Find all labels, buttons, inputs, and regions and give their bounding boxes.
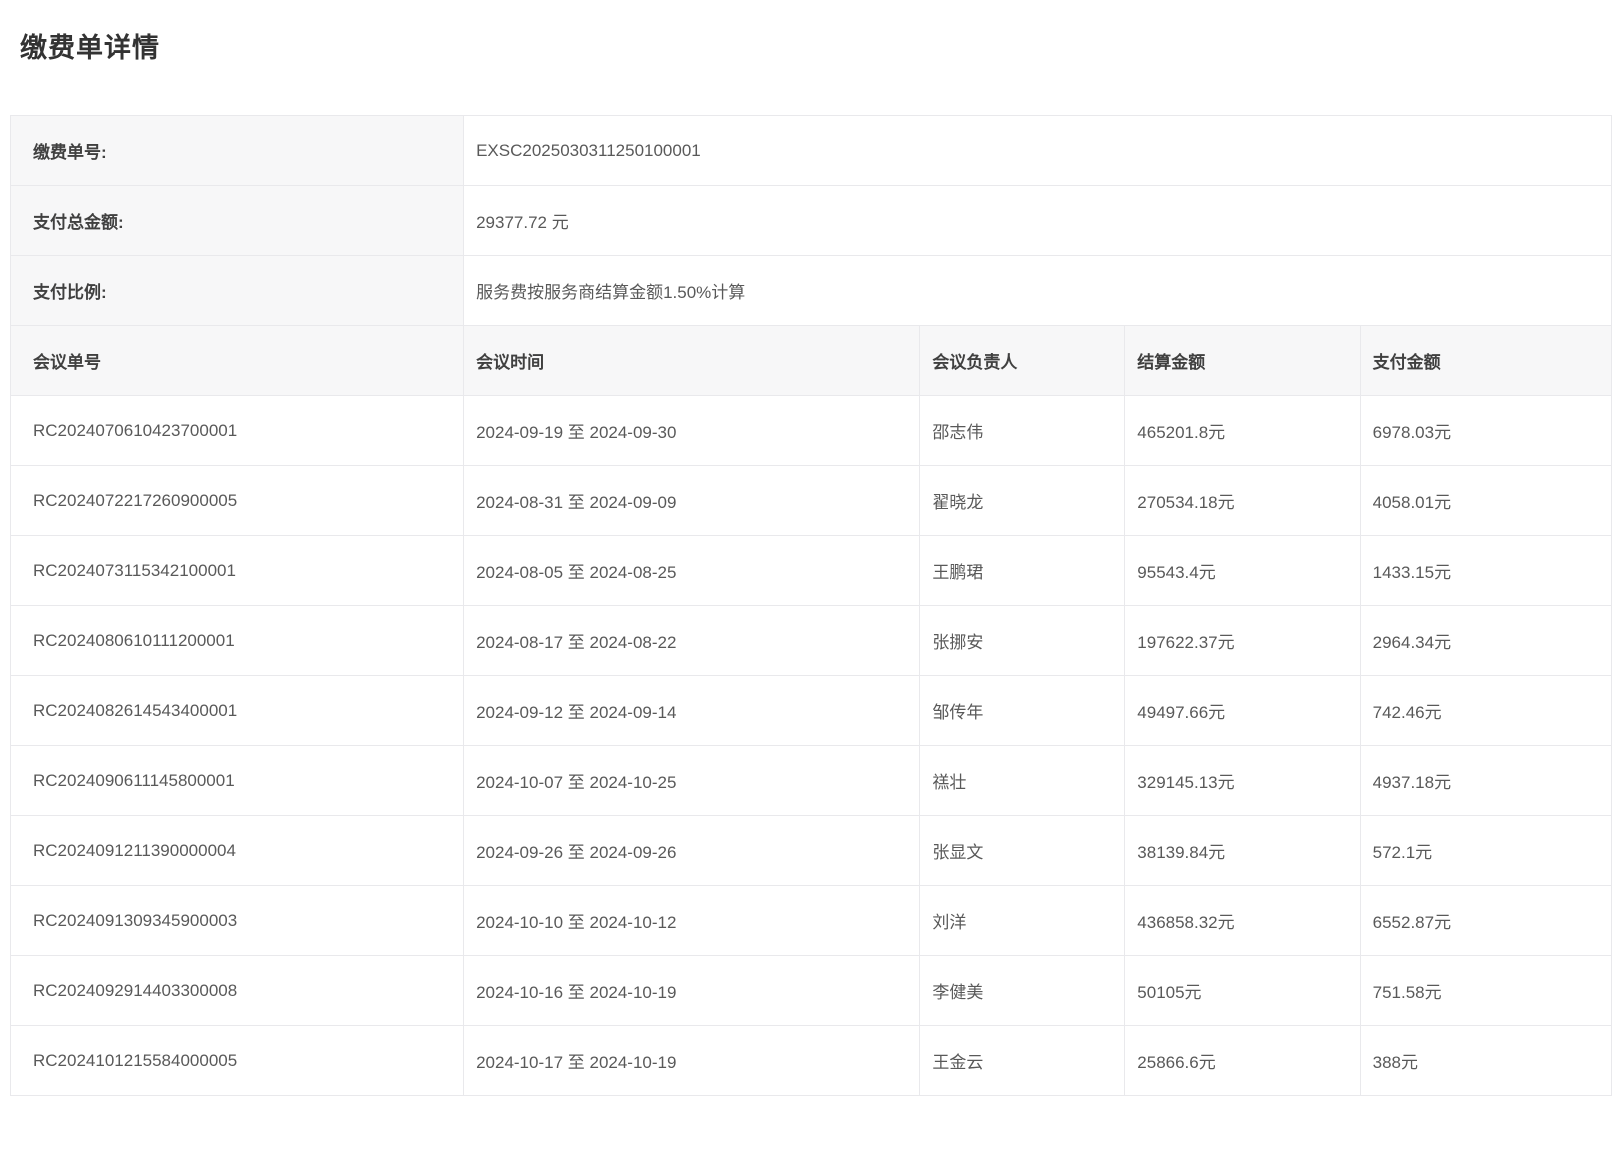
- column-header-order-no: 会议单号: [11, 326, 464, 396]
- settle-amount-cell: 465201.8元: [1125, 396, 1360, 466]
- owner-cell: 李健美: [920, 956, 1125, 1026]
- settle-amount-cell: 38139.84元: [1125, 816, 1360, 886]
- settle-amount-cell: 25866.6元: [1125, 1026, 1360, 1096]
- settle-amount-cell: 49497.66元: [1125, 676, 1360, 746]
- info-value: 29377.72 元: [464, 186, 1612, 256]
- order-no-cell: RC2024101215584000005: [11, 1026, 464, 1096]
- info-value: EXSC2025030311250100001: [464, 116, 1612, 186]
- table-row: RC20240806101112000012024-08-17 至 2024-0…: [11, 606, 1612, 676]
- pay-amount-cell: 742.46元: [1360, 676, 1611, 746]
- order-no-cell: RC2024092914403300008: [11, 956, 464, 1026]
- info-label: 支付总金额:: [11, 186, 464, 256]
- column-header-pay-amount: 支付金额: [1360, 326, 1611, 396]
- table-row: RC20241012155840000052024-10-17 至 2024-1…: [11, 1026, 1612, 1096]
- meeting-table-header-row: 会议单号会议时间会议负责人结算金额支付金额: [11, 326, 1612, 396]
- time-cell: 2024-10-16 至 2024-10-19: [464, 956, 920, 1026]
- column-header-time: 会议时间: [464, 326, 920, 396]
- pay-amount-cell: 4058.01元: [1360, 466, 1611, 536]
- settle-amount-cell: 436858.32元: [1125, 886, 1360, 956]
- owner-cell: 王金云: [920, 1026, 1125, 1096]
- pay-amount-cell: 6552.87元: [1360, 886, 1611, 956]
- order-no-cell: RC2024073115342100001: [11, 536, 464, 606]
- settle-amount-cell: 329145.13元: [1125, 746, 1360, 816]
- time-cell: 2024-09-26 至 2024-09-26: [464, 816, 920, 886]
- info-row: 支付比例:服务费按服务商结算金额1.50%计算: [11, 256, 1612, 326]
- time-cell: 2024-08-05 至 2024-08-25: [464, 536, 920, 606]
- table-row: RC20240826145434000012024-09-12 至 2024-0…: [11, 676, 1612, 746]
- owner-cell: 禚壮: [920, 746, 1125, 816]
- owner-cell: 邵志伟: [920, 396, 1125, 466]
- meeting-table-body: RC20240706104237000012024-09-19 至 2024-0…: [11, 396, 1612, 1096]
- order-no-cell: RC2024080610111200001: [11, 606, 464, 676]
- pay-amount-cell: 2964.34元: [1360, 606, 1611, 676]
- pay-amount-cell: 388元: [1360, 1026, 1611, 1096]
- order-no-cell: RC2024070610423700001: [11, 396, 464, 466]
- settle-amount-cell: 197622.37元: [1125, 606, 1360, 676]
- time-cell: 2024-09-12 至 2024-09-14: [464, 676, 920, 746]
- order-no-cell: RC2024090611145800001: [11, 746, 464, 816]
- pay-amount-cell: 4937.18元: [1360, 746, 1611, 816]
- info-label: 支付比例:: [11, 256, 464, 326]
- pay-amount-cell: 1433.15元: [1360, 536, 1611, 606]
- settle-amount-cell: 95543.4元: [1125, 536, 1360, 606]
- info-label: 缴费单号:: [11, 116, 464, 186]
- owner-cell: 刘洋: [920, 886, 1125, 956]
- order-no-cell: RC2024091309345900003: [11, 886, 464, 956]
- payment-detail-page: 缴费单详情 缴费单号:EXSC2025030311250100001支付总金额:…: [0, 26, 1622, 1096]
- table-row: RC20240722172609000052024-08-31 至 2024-0…: [11, 466, 1612, 536]
- table-row: RC20240906111458000012024-10-07 至 2024-1…: [11, 746, 1612, 816]
- time-cell: 2024-10-17 至 2024-10-19: [464, 1026, 920, 1096]
- table-row: RC20240706104237000012024-09-19 至 2024-0…: [11, 396, 1612, 466]
- order-no-cell: RC2024082614543400001: [11, 676, 464, 746]
- column-header-owner: 会议负责人: [920, 326, 1125, 396]
- table-row: RC20240913093459000032024-10-10 至 2024-1…: [11, 886, 1612, 956]
- owner-cell: 张挪安: [920, 606, 1125, 676]
- time-cell: 2024-10-10 至 2024-10-12: [464, 886, 920, 956]
- bill-info-body: 缴费单号:EXSC2025030311250100001支付总金额:29377.…: [11, 116, 1612, 326]
- info-row: 缴费单号:EXSC2025030311250100001: [11, 116, 1612, 186]
- order-no-cell: RC2024091211390000004: [11, 816, 464, 886]
- table-row: RC20240912113900000042024-09-26 至 2024-0…: [11, 816, 1612, 886]
- order-no-cell: RC2024072217260900005: [11, 466, 464, 536]
- info-value: 服务费按服务商结算金额1.50%计算: [464, 256, 1612, 326]
- time-cell: 2024-08-31 至 2024-09-09: [464, 466, 920, 536]
- bill-info-table: 缴费单号:EXSC2025030311250100001支付总金额:29377.…: [10, 115, 1612, 326]
- time-cell: 2024-10-07 至 2024-10-25: [464, 746, 920, 816]
- owner-cell: 邹传年: [920, 676, 1125, 746]
- pay-amount-cell: 572.1元: [1360, 816, 1611, 886]
- settle-amount-cell: 50105元: [1125, 956, 1360, 1026]
- table-row: RC20240731153421000012024-08-05 至 2024-0…: [11, 536, 1612, 606]
- owner-cell: 王鹏珺: [920, 536, 1125, 606]
- time-cell: 2024-09-19 至 2024-09-30: [464, 396, 920, 466]
- page-title: 缴费单详情: [20, 26, 1602, 65]
- meeting-settlement-table: 会议单号会议时间会议负责人结算金额支付金额 RC2024070610423700…: [10, 325, 1612, 1096]
- info-row: 支付总金额:29377.72 元: [11, 186, 1612, 256]
- owner-cell: 张显文: [920, 816, 1125, 886]
- owner-cell: 翟晓龙: [920, 466, 1125, 536]
- pay-amount-cell: 751.58元: [1360, 956, 1611, 1026]
- time-cell: 2024-08-17 至 2024-08-22: [464, 606, 920, 676]
- column-header-settle-amount: 结算金额: [1125, 326, 1360, 396]
- pay-amount-cell: 6978.03元: [1360, 396, 1611, 466]
- table-row: RC20240929144033000082024-10-16 至 2024-1…: [11, 956, 1612, 1026]
- settle-amount-cell: 270534.18元: [1125, 466, 1360, 536]
